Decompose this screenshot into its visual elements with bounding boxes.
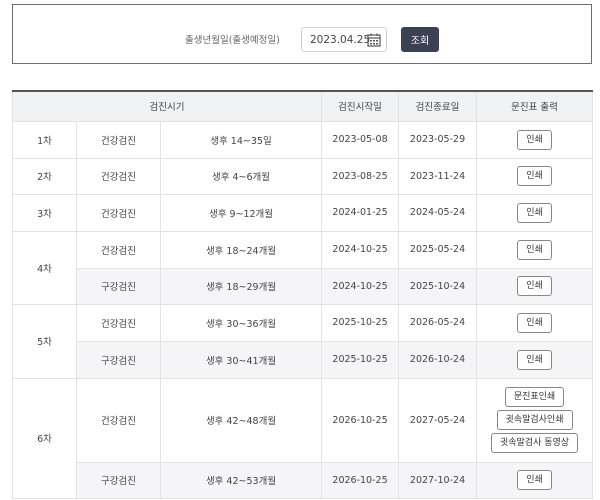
end-cell: 2025-10-24 [398,267,478,305]
print-button[interactable]: 인쇄 [517,239,552,260]
period-cell: 생후 14~35일 [159,120,323,159]
round-cell: 2차 [12,157,77,195]
start-cell: 2025-10-25 [321,303,400,342]
type-cell: 건강검진 [76,193,161,232]
print-cell: 인쇄 [476,157,594,195]
type-cell: 건강검진 [76,377,161,463]
print-cell: 인쇄 [476,120,594,159]
start-cell: 2023-05-08 [321,120,400,159]
whisper-test-print-button[interactable]: 귓속말검사인쇄 [496,410,573,430]
period-cell: 생후 18~29개월 [159,267,323,305]
header-start-date: 검진시작일 [321,90,400,122]
table-row: 3차 건강검진 생후 9~12개월 2024-01-25 2024-05-24 … [12,193,594,232]
calendar-icon[interactable] [367,33,381,47]
print-button[interactable]: 인쇄 [517,166,552,186]
birthdate-value: 2023.04.25 [310,34,371,46]
end-cell: 2026-05-24 [398,303,478,342]
table-row: 구강검진 생후 30~41개월 2025-10-25 2026-10-24 인쇄 [13,340,594,379]
period-cell: 생후 42~53개월 [159,461,323,499]
print-cell: 인쇄 [476,193,594,232]
print-button[interactable]: 인쇄 [517,349,552,370]
round-cell: 1차 [12,120,77,159]
table-row: 구강검진 생후 42~53개월 2026-10-25 2027-10-24 인쇄 [13,461,594,499]
print-cell: 인쇄 [476,230,594,269]
start-cell: 2025-10-25 [321,340,400,379]
start-cell: 2024-10-25 [321,230,400,269]
type-cell: 건강검진 [76,157,161,195]
type-cell: 건강검진 [76,230,161,269]
start-cell: 2024-01-25 [321,193,400,232]
header-print: 문진표 출력 [476,90,594,122]
round-cell: 5차 [12,303,77,379]
type-cell: 구강검진 [76,461,161,499]
print-button[interactable]: 인쇄 [517,202,552,223]
birthdate-label: 출생년월일(출생예정일) [185,35,280,46]
period-cell: 생후 30~41개월 [159,340,323,379]
whisper-test-video-button[interactable]: 귓속말검사 동영상 [490,433,579,453]
table-row: 6차 건강검진 생후 42~48개월 2026-10-25 2027-05-24… [12,377,594,499]
print-button[interactable]: 인쇄 [517,312,552,333]
print-button[interactable]: 인쇄 [517,129,552,150]
end-cell: 2024-05-24 [398,193,478,232]
end-cell: 2023-11-24 [398,157,478,195]
table-row: 구강검진 생후 18~29개월 2024-10-25 2025-10-24 인쇄 [13,267,594,305]
print-cell: 문진표인쇄 귓속말검사인쇄 귓속말검사 동영상 [476,377,594,463]
end-cell: 2027-05-24 [398,377,478,463]
round-cell: 3차 [12,193,77,232]
start-cell: 2024-10-25 [321,267,400,305]
period-cell: 생후 4~6개월 [159,157,323,195]
birthdate-input[interactable]: 2023.04.25 [301,27,387,52]
period-cell: 생후 18~24개월 [159,230,323,269]
start-cell: 2026-10-25 [321,461,400,499]
search-panel: 출생년월일(출생예정일) 2023.04.25 조회 [12,4,592,64]
table-row: 5차 건강검진 생후 30~36개월 2025-10-25 2026-05-24… [12,303,594,379]
print-button[interactable]: 인쇄 [517,276,552,296]
print-cell: 인쇄 [476,267,594,305]
end-cell: 2023-05-29 [398,120,478,159]
header-period: 검진시기 [11,90,323,122]
table-row: 4차 건강검진 생후 18~24개월 2024-10-25 2025-05-24… [12,230,594,305]
start-cell: 2026-10-25 [321,377,400,463]
questionnaire-print-button[interactable]: 문진표인쇄 [504,387,565,407]
period-cell: 생후 9~12개월 [159,193,323,232]
print-cell: 인쇄 [476,461,594,499]
type-cell: 건강검진 [76,120,161,159]
type-cell: 구강검진 [76,340,161,379]
type-cell: 건강검진 [76,303,161,342]
search-button[interactable]: 조회 [401,27,439,52]
type-cell: 구강검진 [76,267,161,305]
round-cell: 6차 [12,377,77,499]
end-cell: 2026-10-24 [398,340,478,379]
print-cell: 인쇄 [476,340,594,379]
table-row: 2차 건강검진 생후 4~6개월 2023-08-25 2023-11-24 인… [12,157,594,195]
period-cell: 생후 30~36개월 [159,303,323,342]
start-cell: 2023-08-25 [321,157,400,195]
end-cell: 2027-10-24 [398,461,478,499]
print-button[interactable]: 인쇄 [517,470,552,490]
header-end-date: 검진종료일 [398,90,478,122]
end-cell: 2025-05-24 [398,230,478,269]
period-cell: 생후 42~48개월 [159,377,323,463]
round-cell: 4차 [12,230,77,305]
table-header-row: 검진시기 검진시작일 검진종료일 문진표 출력 [11,90,594,122]
print-cell: 인쇄 [476,303,594,342]
checkup-schedule-table: 검진시기 검진시작일 검진종료일 문진표 출력 1차 건강검진 생후 14~35… [11,90,594,499]
table-row: 1차 건강검진 생후 14~35일 2023-05-08 2023-05-29 … [12,120,594,159]
